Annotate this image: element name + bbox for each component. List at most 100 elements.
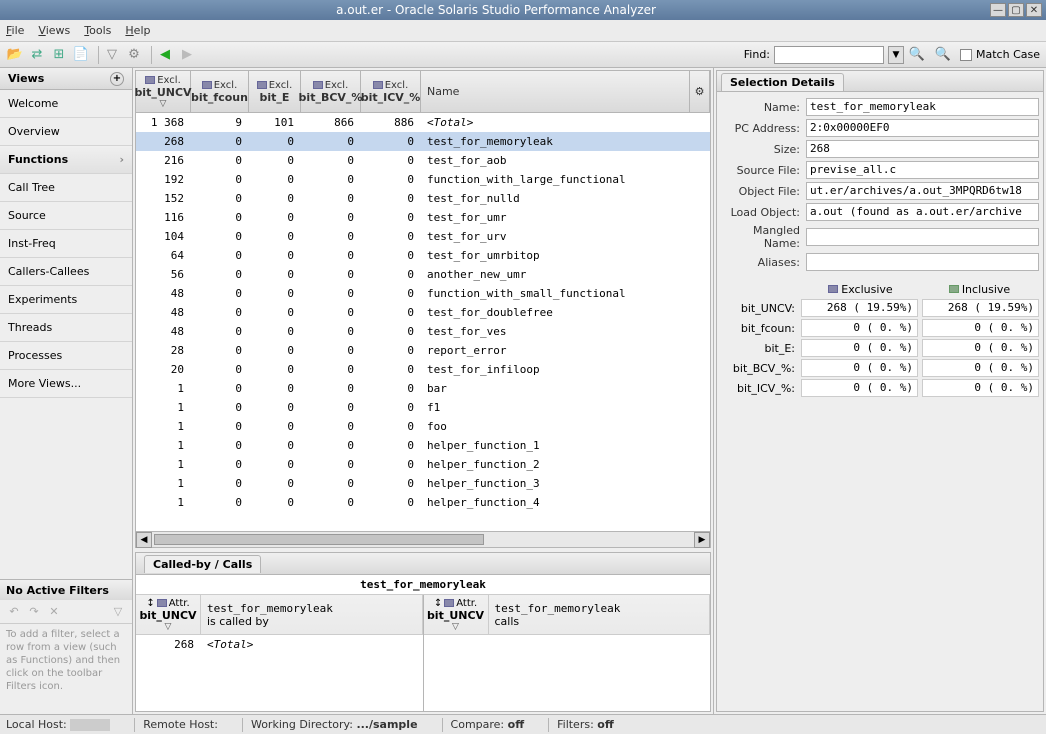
table-row[interactable]: 560000another_new_umr [136, 265, 710, 284]
find-input[interactable] [774, 46, 884, 64]
filters-header: No Active Filters [0, 580, 132, 600]
column-bit_E[interactable]: Excl.bit_E [249, 71, 301, 112]
table-row[interactable]: 2680000test_for_memoryleak [136, 132, 710, 151]
table-row[interactable]: 200000test_for_infiloop [136, 360, 710, 379]
sidebar-item-threads[interactable]: Threads [0, 314, 132, 342]
back-icon[interactable]: ◀ [156, 46, 174, 64]
scroll-left-icon[interactable]: ◀ [136, 532, 152, 548]
calls-list[interactable] [424, 635, 711, 711]
table-row[interactable]: 10000helper_function_1 [136, 436, 710, 455]
column-bit_ICV_%[interactable]: Excl.bit_ICV_% [361, 71, 421, 112]
table-body[interactable]: 1 3689101866886<Total>2680000test_for_me… [136, 113, 710, 531]
table-row[interactable]: 640000test_for_umrbitop [136, 246, 710, 265]
calledby-tabbar: Called-by / Calls [136, 553, 710, 575]
open-icon[interactable]: 📂 [6, 46, 24, 64]
forward-icon[interactable]: ▶ [178, 46, 196, 64]
detail-mangled-name: Mangled Name: [721, 224, 1039, 250]
menu-views[interactable]: Views [38, 24, 70, 37]
inclusive-icon [949, 285, 959, 293]
sidebar-item-welcome[interactable]: Welcome [0, 90, 132, 118]
export-icon[interactable]: 📄 [72, 46, 90, 64]
table-header: Excl.bit_UNCV▽ Excl.bit_fcoun Excl.bit_E… [136, 71, 710, 113]
sidebar-item-overview[interactable]: Overview [0, 118, 132, 146]
separator-icon [151, 46, 152, 64]
maximize-button[interactable]: ▢ [1008, 3, 1024, 17]
filter-icon[interactable]: ▽ [103, 46, 121, 64]
column-bit_UNCV[interactable]: Excl.bit_UNCV▽ [136, 71, 191, 112]
table-row[interactable]: 1520000test_for_nulld [136, 189, 710, 208]
menu-help[interactable]: Help [125, 24, 150, 37]
inclusive-label: Inclusive [962, 283, 1010, 296]
horizontal-scrollbar[interactable]: ◀ ▶ [136, 531, 710, 547]
add-view-icon[interactable]: + [110, 72, 124, 86]
sidebar-item-experiments[interactable]: Experiments [0, 286, 132, 314]
table-row[interactable]: 1 3689101866886<Total> [136, 113, 710, 132]
column-bit_fcoun[interactable]: Excl.bit_fcoun [191, 71, 249, 112]
sidebar-item-call-tree[interactable]: Call Tree [0, 174, 132, 202]
table-row[interactable]: 280000report_error [136, 341, 710, 360]
table-row[interactable]: 10000foo [136, 417, 710, 436]
calledby-list[interactable]: 268 <Total> [136, 635, 423, 711]
metric-row: bit_UNCV:268 ( 19.59%)268 ( 19.59%) [721, 299, 1039, 317]
tab-calledby-calls[interactable]: Called-by / Calls [144, 555, 261, 573]
menubar: File Views Tools Help [0, 20, 1046, 42]
column-bit_BCV_%[interactable]: Excl.bit_BCV_% [301, 71, 361, 112]
table-row[interactable]: 1920000function_with_large_functional [136, 170, 710, 189]
metric-icon [313, 81, 323, 89]
metric-icon [145, 76, 155, 84]
table-row[interactable]: 10000f1 [136, 398, 710, 417]
attr-icon: ↕ [146, 598, 154, 609]
detail-name: Name:test_for_memoryleak [721, 98, 1039, 116]
table-row[interactable]: 10000helper_function_4 [136, 493, 710, 512]
redo-filter-icon[interactable]: ↷ [26, 604, 42, 620]
column-name[interactable]: Name [421, 71, 690, 112]
table-row[interactable]: 1160000test_for_umr [136, 208, 710, 227]
compare-icon[interactable]: ⇄ [28, 46, 46, 64]
filter-icon[interactable]: ▽ [110, 604, 126, 620]
localhost-value [70, 719, 110, 731]
detail-size: Size:268 [721, 140, 1039, 158]
metric-row: bit_E:0 ( 0. %)0 ( 0. %) [721, 339, 1039, 357]
minimize-button[interactable]: — [990, 3, 1006, 17]
table-row[interactable]: 480000test_for_ves [136, 322, 710, 341]
sidebar-item-more-views-[interactable]: More Views... [0, 370, 132, 398]
exclusive-icon [828, 285, 838, 293]
menu-tools[interactable]: Tools [84, 24, 111, 37]
sort-icon: ▽ [452, 622, 459, 632]
scroll-right-icon[interactable]: ▶ [694, 532, 710, 548]
scroll-thumb[interactable] [154, 534, 484, 545]
calls-label: test_for_memoryleak [495, 602, 621, 615]
sidebar-item-callers-callees[interactable]: Callers-Callees [0, 258, 132, 286]
menu-file[interactable]: File [6, 24, 24, 37]
calls-sublabel: calls [495, 615, 520, 628]
find-prev-icon[interactable]: 🔍 [934, 46, 952, 64]
tab-selection-details[interactable]: Selection Details [721, 73, 844, 91]
remove-filter-icon[interactable]: ✕ [46, 604, 62, 620]
table-row[interactable]: 480000test_for_doublefree [136, 303, 710, 322]
close-button[interactable]: ✕ [1026, 3, 1042, 17]
table-row[interactable]: 1040000test_for_urv [136, 227, 710, 246]
matchcase-checkbox[interactable] [960, 49, 972, 61]
exclusive-label: Exclusive [841, 283, 892, 296]
table-row[interactable]: 10000bar [136, 379, 710, 398]
sidebar-item-functions[interactable]: Functions› [0, 146, 132, 174]
table-row[interactable]: 480000function_with_small_functional [136, 284, 710, 303]
find-next-icon[interactable]: 🔍 [908, 46, 926, 64]
calledby-calls-pane: Called-by / Calls test_for_memoryleak ↕A… [135, 552, 711, 712]
settings-icon[interactable]: ⚙ [125, 46, 143, 64]
sidebar-item-source[interactable]: Source [0, 202, 132, 230]
table-row[interactable]: 10000helper_function_2 [136, 455, 710, 474]
sidebar-item-inst-freq[interactable]: Inst-Freq [0, 230, 132, 258]
find-dropdown-icon[interactable]: ▼ [888, 46, 904, 64]
table-row[interactable]: 10000helper_function_3 [136, 474, 710, 493]
functions-table: Excl.bit_UNCV▽ Excl.bit_fcoun Excl.bit_E… [135, 70, 711, 548]
calledby-box: ↕Attr. bit_UNCV ▽ test_for_memoryleak is… [136, 595, 424, 711]
undo-filter-icon[interactable]: ↶ [6, 604, 22, 620]
metric-icon [157, 599, 167, 607]
sidebar-item-processes[interactable]: Processes [0, 342, 132, 370]
aggregate-icon[interactable]: ⊞ [50, 46, 68, 64]
calls-box: ↕Attr. bit_UNCV ▽ test_for_memoryleak ca… [424, 595, 711, 711]
detail-source-file: Source File:previse_all.c [721, 161, 1039, 179]
column-settings-icon[interactable]: ⚙ [690, 71, 710, 112]
table-row[interactable]: 2160000test_for_aob [136, 151, 710, 170]
